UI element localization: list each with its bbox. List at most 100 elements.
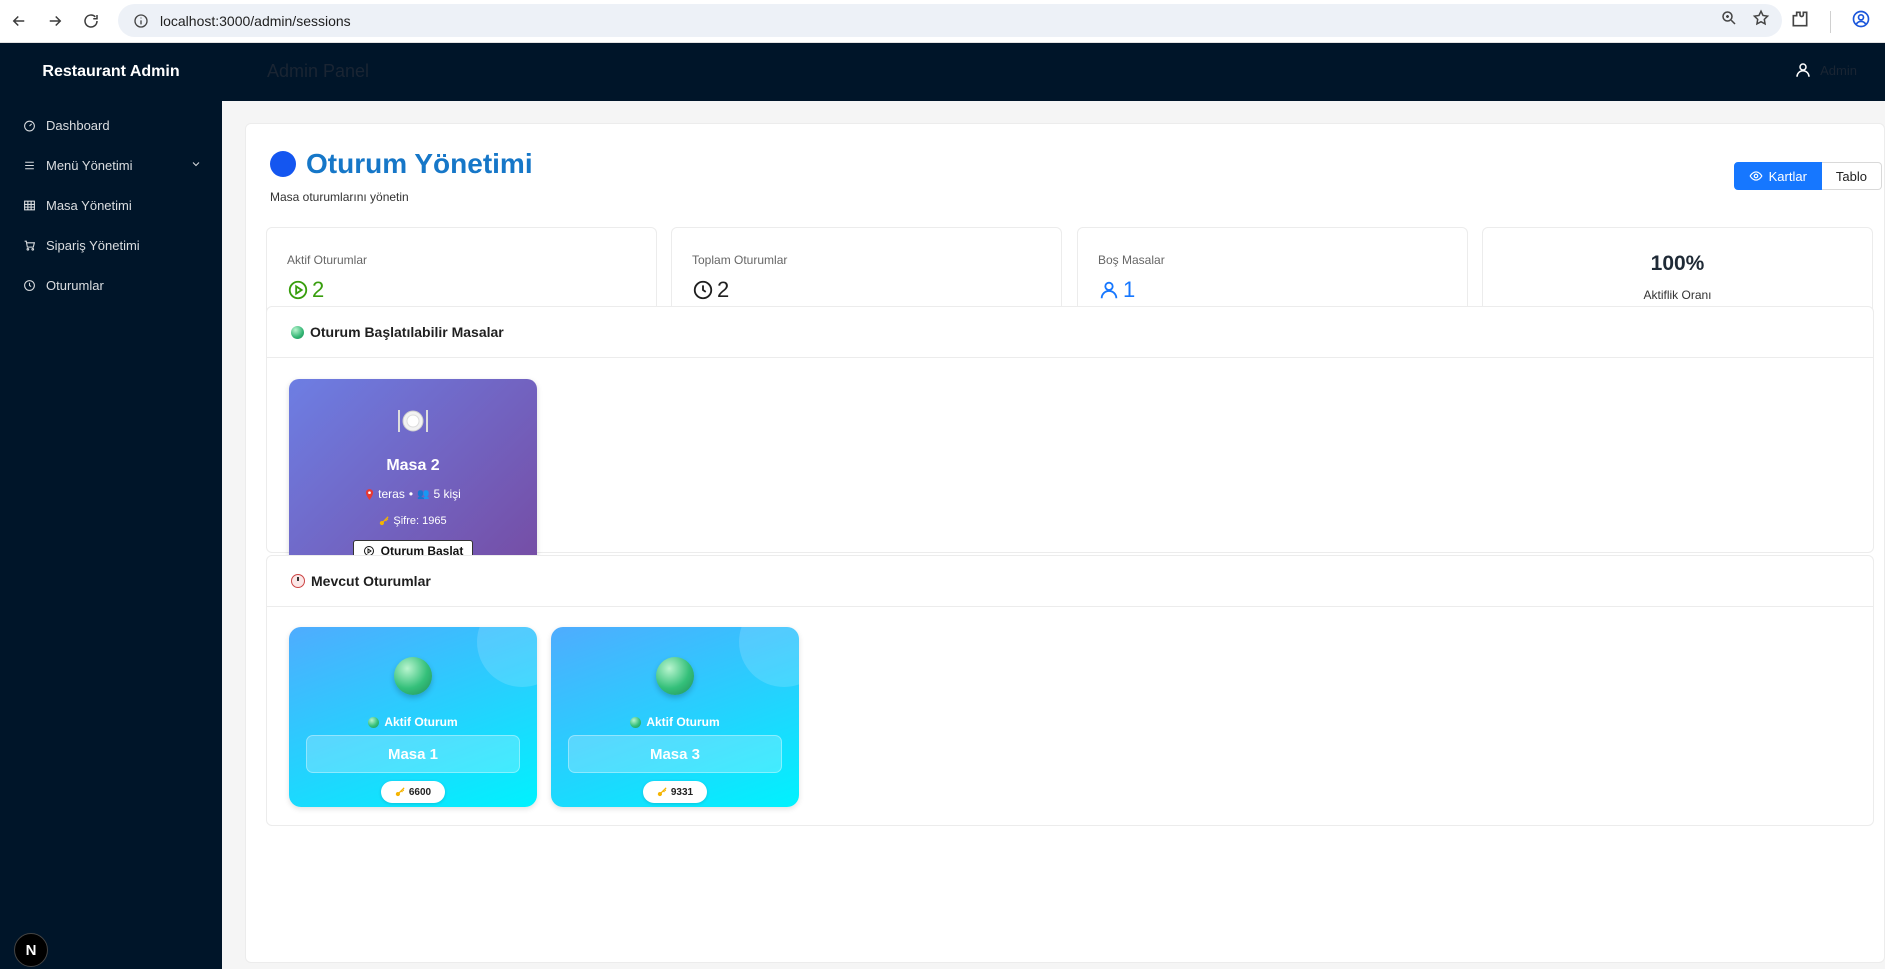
url-text[interactable]: localhost:3000/admin/sessions bbox=[160, 13, 351, 29]
chevron-down-icon[interactable] bbox=[190, 158, 202, 170]
sidebar-item-label: Sipariş Yönetimi bbox=[46, 237, 140, 253]
card-decoration bbox=[739, 627, 799, 687]
page-header: Oturum Yönetimi Masa oturumlarını yöneti… bbox=[270, 148, 533, 204]
eye-icon bbox=[1749, 171, 1763, 181]
table-grid-icon bbox=[22, 198, 36, 212]
green-ball-icon bbox=[291, 325, 304, 339]
section-header: Mevcut Oturumlar bbox=[267, 556, 1873, 607]
session-code-badge: 6600 bbox=[381, 781, 445, 803]
password-text: Şifre: 1965 bbox=[393, 515, 447, 527]
sidebar-item-label: Dashboard bbox=[46, 117, 110, 133]
cart-icon bbox=[22, 238, 36, 252]
stat-value: 1 bbox=[1098, 277, 1135, 303]
zoom-icon[interactable] bbox=[1720, 9, 1738, 32]
stat-value: 2 bbox=[287, 277, 324, 303]
session-code: 9331 bbox=[670, 786, 694, 798]
blue-circle-icon bbox=[270, 151, 296, 177]
browser-toolbar: localhost:3000/admin/sessions bbox=[0, 0, 1885, 43]
session-card[interactable]: Aktif Oturum Masa 3 9331 bbox=[551, 627, 799, 807]
session-status: Aktif Oturum bbox=[289, 715, 537, 729]
stat-number: 2 bbox=[312, 277, 325, 302]
session-table-name: Masa 3 bbox=[568, 735, 782, 773]
green-ball-icon bbox=[394, 657, 432, 695]
session-card[interactable]: Aktif Oturum Masa 1 6600 bbox=[289, 627, 537, 807]
key-icon bbox=[380, 516, 389, 526]
table-location: teras bbox=[378, 487, 405, 501]
bookmark-star-icon[interactable] bbox=[1752, 9, 1770, 32]
clock-icon bbox=[693, 280, 713, 300]
toolbar-divider bbox=[1830, 10, 1831, 33]
nextjs-dev-badge[interactable]: N bbox=[14, 933, 48, 967]
stat-label: Aktif Oturumlar bbox=[287, 253, 368, 267]
sidebar-item-sessions[interactable]: Oturumlar bbox=[0, 265, 222, 305]
sidebar-item-table-management[interactable]: Masa Yönetimi bbox=[0, 185, 222, 225]
page-title: Oturum Yönetimi bbox=[306, 148, 533, 179]
stat-number: 1 bbox=[1123, 277, 1136, 302]
cards-view-label: Kartlar bbox=[1768, 168, 1807, 184]
section-header: Oturum Başlatılabilir Masalar bbox=[267, 307, 1873, 358]
stopwatch-icon bbox=[291, 574, 305, 588]
table-name: Masa 2 bbox=[386, 457, 440, 474]
play-circle-icon bbox=[288, 280, 308, 300]
status-dot-icon bbox=[630, 716, 642, 728]
site-info-icon[interactable] bbox=[126, 6, 156, 36]
session-status-label: Aktif Oturum bbox=[384, 715, 458, 729]
header-title: Admin Panel bbox=[267, 61, 370, 81]
user-icon bbox=[1796, 63, 1810, 77]
extensions-icon[interactable] bbox=[1790, 9, 1810, 34]
sidebar-item-label: Menü Yönetimi bbox=[46, 157, 133, 173]
session-status-label: Aktif Oturum bbox=[646, 715, 720, 729]
table-view-button[interactable]: Tablo bbox=[1821, 162, 1882, 190]
sidebar-item-label: Masa Yönetimi bbox=[46, 197, 132, 213]
back-icon[interactable] bbox=[2, 4, 36, 38]
location-pin-icon bbox=[366, 488, 374, 500]
key-icon bbox=[657, 787, 667, 797]
section-title: Oturum Başlatılabilir Masalar bbox=[310, 324, 504, 340]
reload-icon[interactable] bbox=[74, 4, 108, 38]
current-sessions-section: Mevcut Oturumlar Aktif Oturum Masa 1 660… bbox=[266, 555, 1874, 826]
session-code: 6600 bbox=[408, 786, 432, 798]
session-code-badge: 9331 bbox=[643, 781, 707, 803]
available-tables-section: Oturum Başlatılabilir Masalar Masa 2 ter… bbox=[266, 306, 1874, 583]
table-password: Şifre: 1965 bbox=[289, 515, 537, 527]
card-decoration bbox=[477, 627, 537, 687]
user-menu[interactable]: Admin bbox=[1794, 61, 1857, 79]
table-card: Masa 2 teras • 👥 5 kişi Şifre: 1965 Otur… bbox=[289, 379, 537, 583]
stat-number: 2 bbox=[717, 277, 730, 302]
activity-rate-value: 100% bbox=[1650, 252, 1705, 275]
address-bar[interactable]: localhost:3000/admin/sessions bbox=[118, 4, 1782, 37]
green-ball-icon bbox=[656, 657, 694, 695]
session-status: Aktif Oturum bbox=[551, 715, 799, 729]
page-subtitle: Masa oturumlarını yönetin bbox=[270, 190, 409, 204]
sidebar-item-order-management[interactable]: Sipariş Yönetimi bbox=[0, 225, 222, 265]
main-content: Oturum Yönetimi Masa oturumlarını yöneti… bbox=[245, 123, 1885, 963]
menu-lines-icon bbox=[22, 158, 36, 172]
top-header: Admin Panel Admin bbox=[222, 43, 1885, 101]
dashboard-icon bbox=[22, 118, 36, 132]
people-icon: 👥 bbox=[417, 488, 430, 500]
user-name: Admin bbox=[1820, 62, 1857, 78]
table-capacity: 5 kişi bbox=[433, 487, 461, 501]
sidebar: Restaurant Admin Dashboard Menü Yönetimi… bbox=[0, 43, 222, 969]
table-meta: teras • 👥 5 kişi bbox=[289, 487, 537, 501]
key-icon bbox=[395, 787, 405, 797]
brand-title[interactable]: Restaurant Admin bbox=[0, 43, 222, 101]
sidebar-item-menu-management[interactable]: Menü Yönetimi bbox=[0, 145, 222, 185]
cards-view-button[interactable]: Kartlar bbox=[1733, 162, 1822, 190]
sidebar-item-label: Oturumlar bbox=[46, 277, 104, 293]
activity-rate-label: Aktiflik Oranı bbox=[1643, 288, 1712, 302]
stat-label: Boş Masalar bbox=[1098, 253, 1165, 267]
profile-icon[interactable] bbox=[1851, 9, 1871, 34]
forward-icon[interactable] bbox=[38, 4, 72, 38]
section-title: Mevcut Oturumlar bbox=[311, 573, 431, 589]
sidebar-menu: Dashboard Menü Yönetimi Masa Yönetimi Si… bbox=[0, 101, 222, 305]
stat-value: 2 bbox=[692, 277, 729, 303]
view-toggle: Kartlar Tablo bbox=[1733, 162, 1882, 190]
plate-cutlery-icon bbox=[398, 410, 428, 432]
user-icon bbox=[1100, 281, 1118, 299]
session-table-name: Masa 1 bbox=[306, 735, 520, 773]
status-dot-icon bbox=[368, 716, 380, 728]
sidebar-item-dashboard[interactable]: Dashboard bbox=[0, 105, 222, 145]
clock-icon bbox=[22, 278, 36, 292]
meta-separator: • bbox=[408, 487, 414, 501]
